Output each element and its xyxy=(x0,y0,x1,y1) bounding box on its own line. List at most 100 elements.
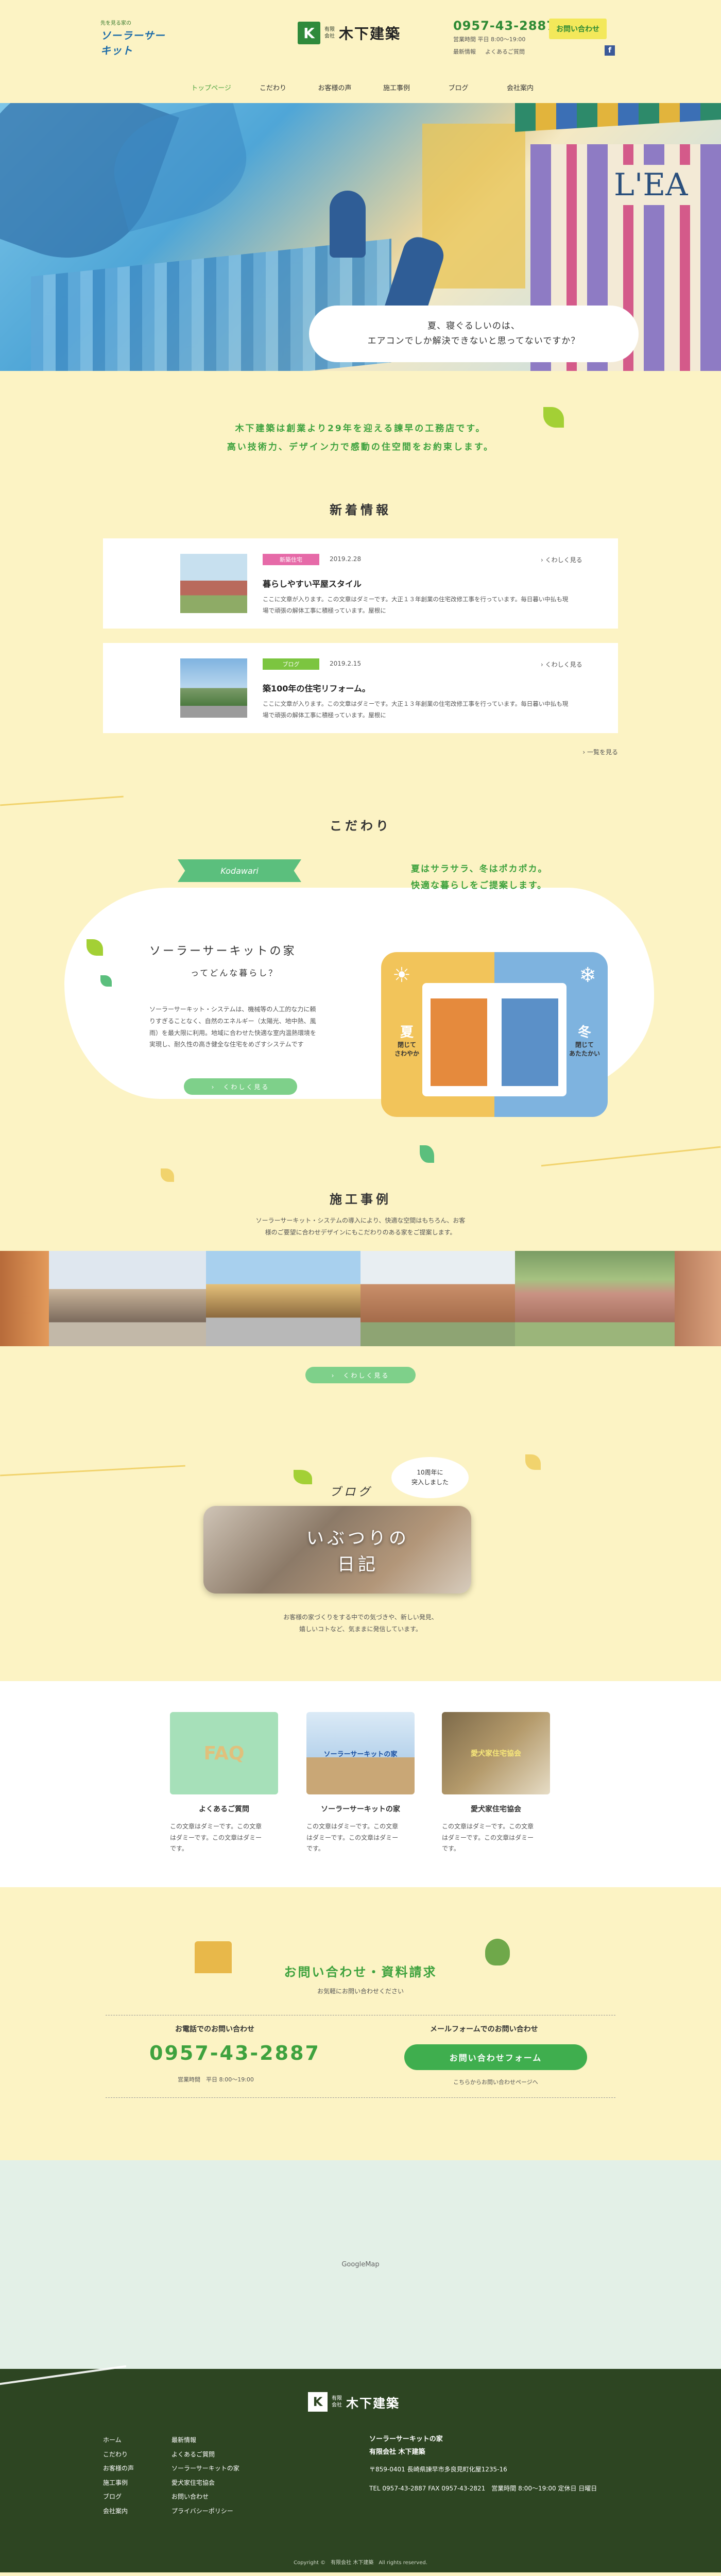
nav-voice[interactable]: お客様の声 xyxy=(304,82,366,92)
works-photo[interactable] xyxy=(515,1251,675,1346)
news-item[interactable]: ブログ 2019.2.15 › くわしく見る 築100年の住宅リフォーム。 ここ… xyxy=(103,643,618,733)
google-map[interactable]: GoogleMap xyxy=(0,2160,721,2369)
snowflake-icon: ❄ xyxy=(579,963,596,987)
branch-decoration xyxy=(0,1465,185,1477)
works-photo[interactable] xyxy=(0,1251,49,1346)
footer-link[interactable]: 愛犬家住宅協会 xyxy=(171,2476,239,2490)
works-photo[interactable] xyxy=(206,1251,360,1346)
footer-nav-2: 最新情報 よくあるご質問 ソーラーサーキットの家 愛犬家住宅協会 お問い合わせ … xyxy=(171,2433,239,2519)
works-text: ソーラーサーキット・システムの導入により、快適な空間はもちろん、お客 様のご要望… xyxy=(0,1215,721,1239)
faq-image: FAQ xyxy=(170,1712,278,1794)
footer-company-name: 木下建築 xyxy=(346,2396,400,2411)
contact-form-button[interactable]: お問い合わせフォーム xyxy=(404,2044,587,2070)
form-note: こちらからお問い合わせページへ xyxy=(453,2079,538,2086)
house-diagram: ☀ ❄ 夏 閉じて さわやか 冬 閉じて あたたかい xyxy=(381,952,608,1117)
blog-banner-label: いぶつりの 日記 xyxy=(306,1528,409,1575)
nav-blog[interactable]: ブログ xyxy=(427,82,489,92)
news-more-link[interactable]: › くわしく見る xyxy=(541,555,582,564)
kodawari-ribbon: Kodawari xyxy=(178,859,301,882)
nav-top[interactable]: トップページ xyxy=(180,82,242,92)
contact-phone[interactable]: 0957-43-2887 xyxy=(149,2042,320,2064)
header-contact-button[interactable]: お問い合わせ xyxy=(549,19,607,39)
header-link-faq[interactable]: よくあるご質問 xyxy=(485,47,525,56)
link-card-caption: よくあるご質問 xyxy=(199,1805,249,1814)
summer-title: 夏 xyxy=(400,1025,414,1040)
intro-line2: 高い技術力、デザイン力で感動の住空間をお約束します。 xyxy=(227,442,494,452)
news-badge: ブログ xyxy=(263,658,319,670)
footer-logo[interactable]: K 有限 会社 木下建築 xyxy=(308,2392,400,2412)
leaf-icon xyxy=(294,1470,312,1484)
news-date: 2019.2.15 xyxy=(330,660,362,667)
phone-hours: 営業時間 平日 8:00〜19:00 xyxy=(178,2076,254,2083)
footer-link[interactable]: 施工事例 xyxy=(103,2476,134,2490)
winter-label: 冬 閉じて あたたかい xyxy=(569,1022,600,1058)
link-card-caption: ソーラーサーキットの家 xyxy=(321,1805,400,1814)
works-photo[interactable] xyxy=(675,1251,721,1346)
phone-heading: お電話でのお問い合わせ xyxy=(175,2025,254,2033)
nav-works[interactable]: 施工事例 xyxy=(366,82,427,92)
site-footer: K 有限 会社 木下建築 ホーム こだわり お客様の声 施工事例 ブログ 会社案… xyxy=(0,2365,721,2572)
contact-subtitle: お気軽にお問い合わせください xyxy=(317,1988,404,1995)
kodawari-more-label: くわしく見る xyxy=(223,1083,270,1091)
footer-link[interactable]: よくあるご質問 xyxy=(171,2448,239,2462)
kodawari-tagline: 夏はサラサラ、冬はポカポカ。 快適な暮らしをご提案します。 xyxy=(411,861,548,894)
hero-person xyxy=(330,191,366,258)
intro: 木下建築は創業より29年を迎える諫早の工務店です。 高い技術力、デザイン力で感動… xyxy=(0,371,721,500)
footer-link[interactable]: お問い合わせ xyxy=(171,2490,239,2504)
news-text: ここに文章が入ります。この文章はダミーです。大正１３年創業の住宅改修工事を行って… xyxy=(263,700,569,719)
link-card-dog[interactable]: 愛犬家住宅協会 愛犬家住宅協会 この文章はダミーです。この文章はダミーです。この… xyxy=(442,1712,550,1855)
link-card-solar[interactable]: ソーラーサーキットの家 ソーラーサーキットの家 この文章はダミーです。この文章は… xyxy=(306,1712,415,1855)
blog-text-line2: 嬉しいコトなど、気ままに発信しています。 xyxy=(299,1625,422,1633)
header-link-recent[interactable]: 最新情報 xyxy=(453,47,476,56)
news-title-text: 暮らしやすい平屋スタイル xyxy=(263,579,362,589)
blog-banner[interactable]: いぶつりの 日記 xyxy=(203,1506,471,1594)
footer-link[interactable]: こだわり xyxy=(103,2448,134,2462)
solar-image: ソーラーサーキットの家 xyxy=(306,1712,415,1794)
kodawari-title: こだわり xyxy=(330,819,391,833)
kodawari-tagline-1: 夏はサラサラ、冬はポカポカ。 xyxy=(411,864,548,874)
works-text-line2: 様のご要望に合わせデザインにもこだわりのある家をご提案します。 xyxy=(265,1228,456,1236)
footer-link[interactable]: 最新情報 xyxy=(171,2433,239,2448)
works-photo[interactable] xyxy=(360,1251,515,1346)
works-more-button[interactable]: › くわしく見る xyxy=(305,1367,416,1383)
news-list-link[interactable]: › 一覧を見る xyxy=(103,748,618,756)
news-list-label: 一覧を見る xyxy=(587,749,618,756)
dog-image: 愛犬家住宅協会 xyxy=(442,1712,550,1794)
solar-circuit-logo[interactable]: 先を見る家の ソーラーサーキット xyxy=(100,19,174,57)
hero-bunting xyxy=(515,103,721,132)
news-item[interactable]: 新築住宅 2019.2.28 › くわしく見る 暮らしやすい平屋スタイル ここに… xyxy=(103,538,618,629)
works-title: 施工事例 xyxy=(330,1192,391,1207)
news-date: 2019.2.28 xyxy=(330,555,362,563)
company-logo-icon: K xyxy=(298,22,320,44)
hero-speech-bubble: 夏、寝ぐるしいのは、 エアコンでしか解決できないと思ってないですか？ xyxy=(309,306,639,362)
branch-decoration xyxy=(0,795,124,806)
footer-link[interactable]: お客様の声 xyxy=(103,2462,134,2476)
news-badge: 新築住宅 xyxy=(263,554,319,565)
works-gallery xyxy=(0,1251,721,1346)
news-more-label: くわしく見る xyxy=(545,661,582,668)
header-contact: 0957-43-2887 営業時間 平日 8:00〜19:00 お問い合わせ 最… xyxy=(453,19,623,56)
hero-sign: L'EA xyxy=(608,165,694,205)
intro-line1: 木下建築は創業より29年を迎える諫早の工務店です。 xyxy=(235,423,486,434)
link-card-desc: この文章はダミーです。この文章はダミーです。この文章はダミーです。 xyxy=(442,1823,534,1853)
company-type: 有限 会社 xyxy=(324,27,335,39)
nav-kodawari[interactable]: こだわり xyxy=(242,82,304,92)
footer-link[interactable]: 会社案内 xyxy=(103,2504,134,2519)
footer-link[interactable]: プライバシーポリシー xyxy=(171,2504,239,2519)
map-label: GoogleMap xyxy=(341,2261,380,2268)
form-heading: メールフォームでのお問い合わせ xyxy=(430,2025,538,2033)
company-logo[interactable]: K 有限 会社 木下建築 xyxy=(298,22,401,44)
footer-link[interactable]: ブログ xyxy=(103,2490,134,2504)
news-more-link[interactable]: › くわしく見る xyxy=(541,660,582,669)
kodawari-more-button[interactable]: › くわしく見る xyxy=(184,1078,297,1095)
footer-link[interactable]: ホーム xyxy=(103,2433,134,2448)
hero-illustration: L'EA 夏、寝ぐるしいのは、 エアコンでしか解決できないと思ってないですか？ xyxy=(0,103,721,371)
global-nav: トップページ こだわり お客様の声 施工事例 ブログ 会社案内 xyxy=(180,82,551,92)
footer-tel: TEL 0957-43-2887 FAX 0957-43-2821 営業時間 8… xyxy=(369,2485,597,2493)
nav-company[interactable]: 会社案内 xyxy=(489,82,551,92)
link-card-faq[interactable]: FAQ よくあるご質問 この文章はダミーです。この文章はダミーです。この文章はダ… xyxy=(170,1712,278,1855)
footer-link[interactable]: ソーラーサーキットの家 xyxy=(171,2462,239,2476)
kodawari-tagline-2: 快適な暮らしをご提案します。 xyxy=(411,880,547,891)
facebook-icon[interactable]: f xyxy=(605,45,615,56)
works-photo[interactable] xyxy=(49,1251,206,1346)
